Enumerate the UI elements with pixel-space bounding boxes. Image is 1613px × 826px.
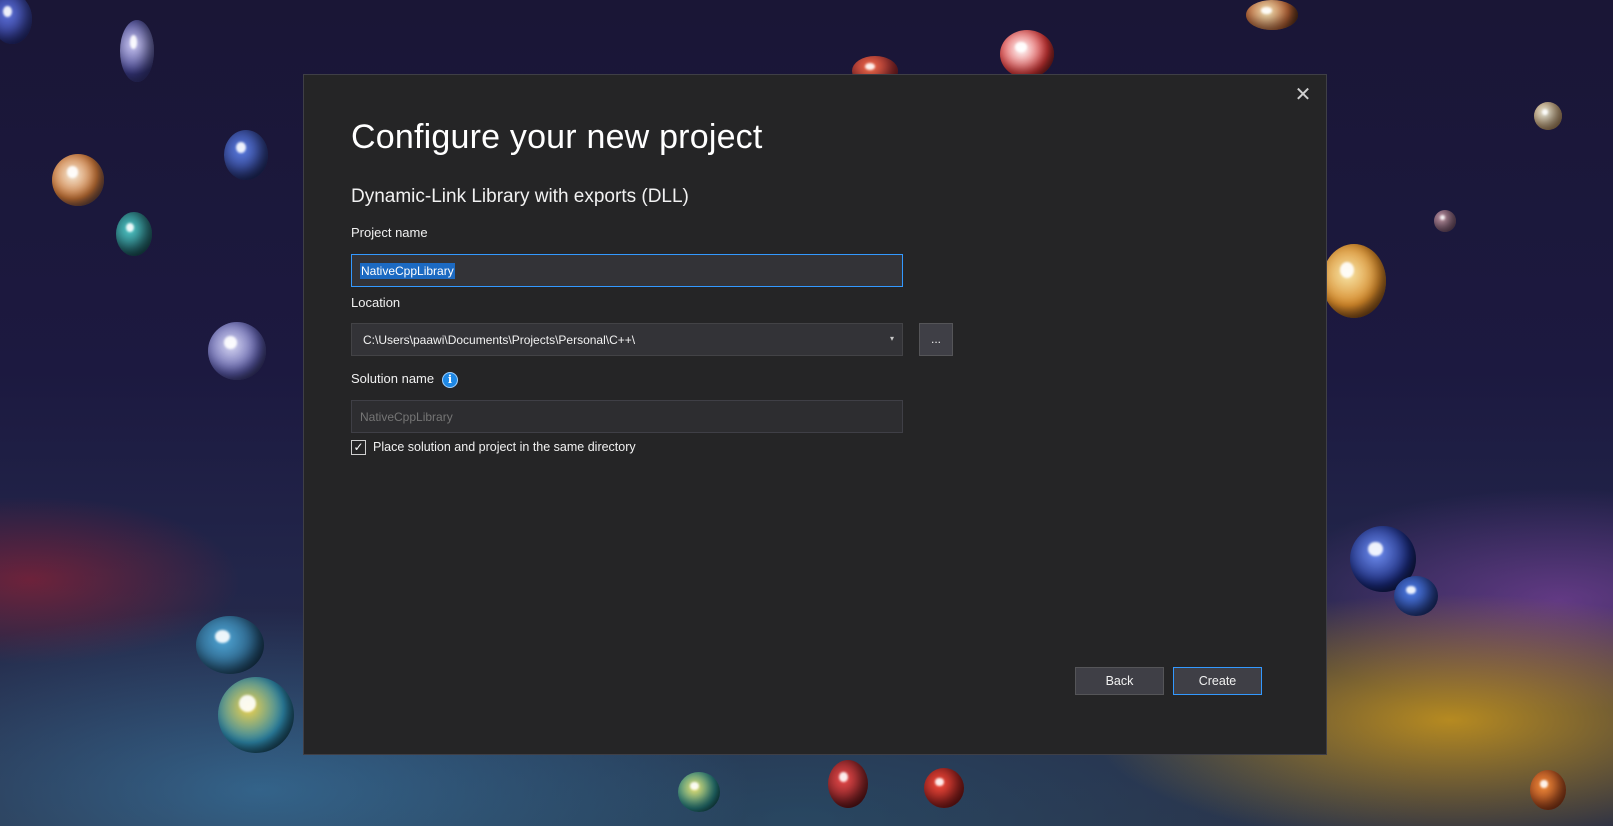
wallpaper-marble [678, 772, 720, 812]
wallpaper-marble [1530, 770, 1566, 810]
project-template-name: Dynamic-Link Library with exports (DLL) [351, 186, 689, 207]
wallpaper-marble [1000, 30, 1054, 78]
same-directory-checkbox[interactable]: ✓ [351, 439, 366, 455]
wallpaper-marble [1394, 576, 1438, 616]
wallpaper-marble [196, 616, 264, 674]
project-name-field[interactable]: NativeCppLibrary [351, 254, 903, 287]
wallpaper-marble [1246, 0, 1298, 30]
wallpaper-marble [208, 322, 266, 380]
wallpaper-marble [224, 130, 268, 180]
location-combobox[interactable]: C:\Users\paawi\Documents\Projects\Person… [351, 323, 903, 356]
wallpaper-marble [1322, 244, 1386, 318]
wallpaper-marble [116, 212, 152, 256]
wallpaper-marble [1434, 210, 1456, 232]
back-button[interactable]: Back [1075, 667, 1164, 695]
project-name-label: Project name [351, 225, 428, 240]
wallpaper-marble [1534, 102, 1562, 130]
location-value: C:\Users\paawi\Documents\Projects\Person… [363, 333, 636, 347]
wallpaper-marble [218, 677, 294, 753]
page-title: Configure your new project [351, 118, 763, 156]
wallpaper-marble [924, 768, 964, 808]
solution-name-label: Solution name [351, 371, 435, 386]
configure-project-dialog: ✕ Configure your new project Dynamic-Lin… [303, 74, 1327, 755]
project-name-value[interactable]: NativeCppLibrary [360, 263, 455, 279]
wallpaper-marble [120, 20, 154, 82]
close-icon[interactable]: ✕ [1290, 81, 1316, 107]
solution-name-input [352, 401, 902, 432]
create-button[interactable]: Create [1173, 667, 1262, 695]
browse-location-button[interactable]: ... [919, 323, 953, 356]
wallpaper-marble [0, 0, 32, 44]
solution-name-field [351, 400, 903, 433]
info-icon[interactable]: i [442, 372, 458, 388]
same-directory-label[interactable]: Place solution and project in the same d… [373, 440, 636, 454]
wallpaper-marble [52, 154, 104, 206]
wallpaper-marble [828, 760, 868, 808]
location-label: Location [351, 295, 401, 310]
same-directory-option[interactable]: ✓ Place solution and project in the same… [351, 439, 636, 455]
chevron-down-icon[interactable]: ▾ [887, 333, 897, 345]
